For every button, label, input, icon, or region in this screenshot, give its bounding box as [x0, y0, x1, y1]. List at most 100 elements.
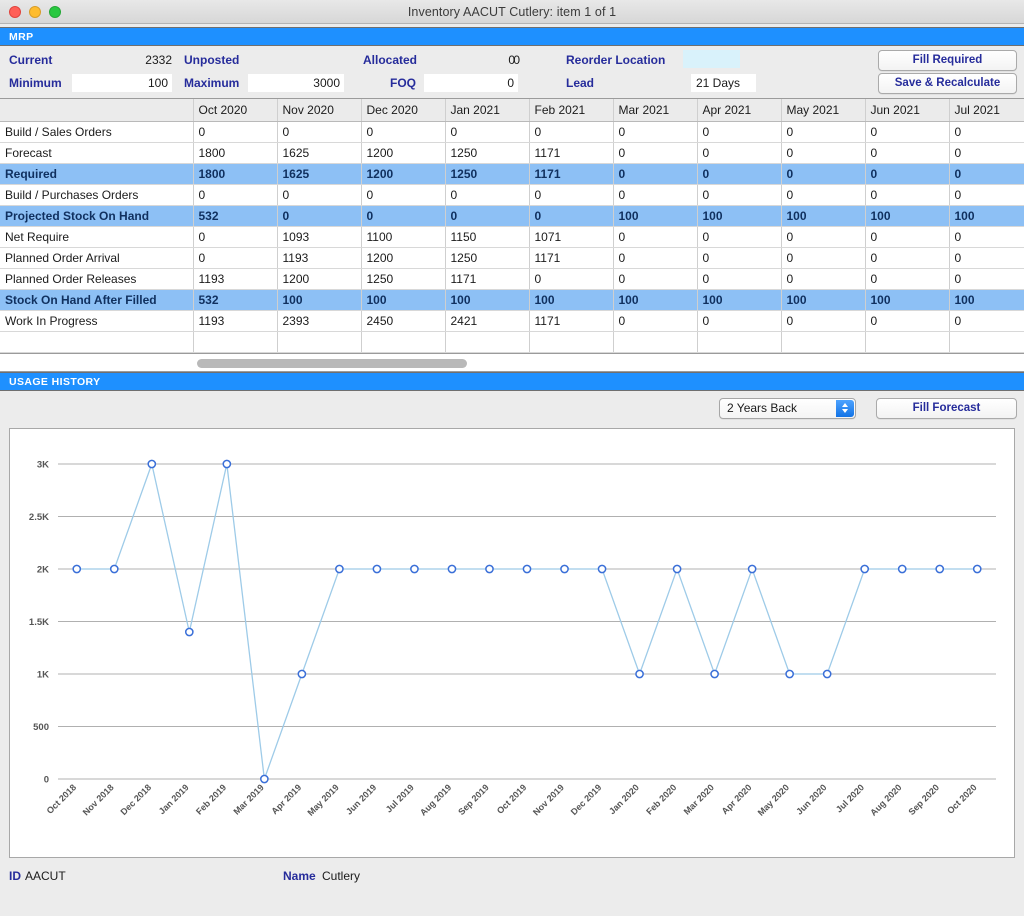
reorder-location-input[interactable] — [683, 50, 740, 68]
mrp-cell-r4-c7[interactable]: 100 — [781, 205, 866, 227]
data-point-marker[interactable] — [372, 564, 382, 573]
mrp-cell-r7-c3[interactable]: 1171 — [445, 268, 530, 290]
mrp-cell-r3-c5[interactable]: 0 — [613, 184, 698, 206]
mrp-column-header-5[interactable]: Mar 2021 — [613, 99, 698, 122]
mrp-cell-r2-c4[interactable]: 1171 — [529, 163, 614, 185]
mrp-cell-r6-c6[interactable]: 0 — [697, 247, 782, 269]
mrp-column-header-8[interactable]: Jun 2021 — [865, 99, 950, 122]
mrp-cell-r9-c1[interactable]: 2393 — [277, 310, 362, 332]
mrp-cell-r1-c6[interactable]: 0 — [697, 142, 782, 164]
mrp-cell-r0-c1[interactable]: 0 — [277, 121, 362, 143]
mrp-cell-r5-c9[interactable]: 0 — [949, 226, 1024, 248]
data-point-marker[interactable] — [972, 564, 982, 573]
table-row[interactable]: Forecast 1800 1625 1200 1250 1171 0 0 0 0 0 — [0, 142, 1024, 164]
mrp-cell-r6-c7[interactable]: 0 — [781, 247, 866, 269]
mrp-cell-r5-c8[interactable]: 0 — [865, 226, 950, 248]
mrp-cell-r4-c4[interactable]: 0 — [529, 205, 614, 227]
mrp-column-header-6[interactable]: Apr 2021 — [697, 99, 782, 122]
mrp-cell-r7-c8[interactable]: 0 — [865, 268, 950, 290]
data-point-marker[interactable] — [222, 459, 232, 468]
data-point-marker[interactable] — [785, 669, 794, 678]
scrollbar-thumb[interactable] — [197, 358, 467, 368]
mrp-column-header-2[interactable]: Dec 2020 — [361, 99, 446, 122]
data-point-marker[interactable] — [747, 564, 757, 573]
mrp-cell-r9-c0[interactable]: 1193 — [193, 310, 278, 332]
mrp-column-header-0[interactable]: Oct 2020 — [193, 99, 278, 122]
mrp-cell-r0-c9[interactable]: 0 — [949, 121, 1024, 143]
data-point-marker[interactable] — [335, 564, 344, 573]
mrp-column-header-7[interactable]: May 2021 — [781, 99, 866, 122]
mrp-cell-r5-c5[interactable]: 0 — [613, 226, 698, 248]
mrp-cell-r7-c4[interactable]: 0 — [529, 268, 614, 290]
mrp-cell-r6-c8[interactable]: 0 — [865, 247, 950, 269]
mrp-cell-r4-c5[interactable]: 100 — [613, 205, 698, 227]
mrp-cell-r0-c7[interactable]: 0 — [781, 121, 866, 143]
mrp-cell-r9-c9[interactable]: 0 — [949, 310, 1024, 332]
mrp-cell-r1-c9[interactable]: 0 — [949, 142, 1024, 164]
mrp-cell-r8-c7[interactable]: 100 — [781, 289, 866, 311]
mrp-cell-r6-c1[interactable]: 1193 — [277, 247, 362, 269]
data-point-marker[interactable] — [184, 627, 194, 636]
data-point-marker[interactable] — [447, 564, 457, 573]
mrp-cell-r7-c5[interactable]: 0 — [613, 268, 698, 290]
mrp-cell-r4-c6[interactable]: 100 — [697, 205, 782, 227]
mrp-cell-r8-c0[interactable]: 532 — [193, 289, 278, 311]
mrp-cell-r8-c1[interactable]: 100 — [277, 289, 362, 311]
mrp-cell-r6-c4[interactable]: 1171 — [529, 247, 614, 269]
mrp-cell-r2-c5[interactable]: 0 — [613, 163, 698, 185]
mrp-cell-r2-c2[interactable]: 1200 — [361, 163, 446, 185]
mrp-cell-r8-c3[interactable]: 100 — [445, 289, 530, 311]
mrp-cell-r8-c5[interactable]: 100 — [613, 289, 698, 311]
mrp-cell-r3-c9[interactable]: 0 — [949, 184, 1024, 206]
mrp-cell-r7-c1[interactable]: 1200 — [277, 268, 362, 290]
mrp-cell-r0-c8[interactable]: 0 — [865, 121, 950, 143]
mrp-cell-r7-c0[interactable]: 1193 — [193, 268, 278, 290]
table-row[interactable]: Planned Order Releases 1193 1200 1250 1171 0 0… — [0, 268, 1024, 290]
data-point-marker[interactable] — [897, 564, 907, 573]
mrp-column-header-3[interactable]: Jan 2021 — [445, 99, 530, 122]
mrp-cell-r5-c7[interactable]: 0 — [781, 226, 866, 248]
mrp-cell-r3-c4[interactable]: 0 — [529, 184, 614, 206]
table-row[interactable]: Net Require 0 1093 1100 1150 1071 0 0 0 0 0 — [0, 226, 1024, 248]
mrp-cell-r9-c5[interactable]: 0 — [613, 310, 698, 332]
minimum-input[interactable] — [72, 74, 172, 92]
table-row[interactable]: Work In Progress 1193 2393 2450 2421 1171 0 0 0 0… — [0, 310, 1024, 332]
data-point-marker[interactable] — [522, 564, 532, 573]
data-point-marker[interactable] — [260, 774, 269, 783]
mrp-column-header-9[interactable]: Jul 2021 — [949, 99, 1024, 122]
mrp-cell-r9-c4[interactable]: 1171 — [529, 310, 614, 332]
mrp-cell-r7-c9[interactable]: 0 — [949, 268, 1024, 290]
mrp-cell-r6-c5[interactable]: 0 — [613, 247, 698, 269]
mrp-cell-r1-c3[interactable]: 1250 — [445, 142, 530, 164]
usage-history-chart[interactable]: 0 500 1K 1.5K 2K 2.5K 3K Oct 2018 Nov 2018 Dec 20… — [9, 427, 1015, 858]
data-point-marker[interactable] — [822, 669, 832, 678]
mrp-cell-r5-c0[interactable]: 0 — [193, 226, 278, 248]
mrp-cell-r5-c2[interactable]: 1100 — [361, 226, 446, 248]
save-recalculate-button[interactable]: Save & Recalculate — [878, 73, 1017, 94]
mrp-cell-r0-c4[interactable]: 0 — [529, 121, 614, 143]
mrp-cell-r0-c6[interactable]: 0 — [697, 121, 782, 143]
table-row[interactable]: Build / Purchases Orders 0 0 0 0 0 0 0 0 0 0 — [0, 184, 1024, 206]
mrp-cell-r0-c3[interactable]: 0 — [445, 121, 530, 143]
mrp-cell-r7-c2[interactable]: 1250 — [361, 268, 446, 290]
table-row[interactable]: Required 1800 1625 1200 1250 1171 0 0 0 0 0 — [0, 163, 1024, 185]
mrp-column-header-4[interactable]: Feb 2021 — [529, 99, 614, 122]
data-point-marker[interactable] — [72, 564, 82, 573]
data-point-marker[interactable] — [860, 564, 870, 573]
fill-forecast-button[interactable]: Fill Forecast — [876, 397, 1017, 419]
mrp-cell-r5-c1[interactable]: 1093 — [277, 226, 362, 248]
fill-required-button[interactable]: Fill Required — [878, 50, 1017, 71]
mrp-cell-r5-c6[interactable]: 0 — [697, 226, 782, 248]
mrp-cell-r1-c1[interactable]: 1625 — [277, 142, 362, 164]
mrp-cell-r1-c2[interactable]: 1200 — [361, 142, 446, 164]
mrp-cell-r8-c6[interactable]: 100 — [697, 289, 782, 311]
mrp-cell-r8-c4[interactable]: 100 — [529, 289, 614, 311]
table-row[interactable]: Stock On Hand After Filled 532 100 100 100 10… — [0, 289, 1024, 311]
mrp-cell-r9-c2[interactable]: 2450 — [361, 310, 446, 332]
mrp-cell-r6-c9[interactable]: 0 — [949, 247, 1024, 269]
data-point-marker[interactable] — [597, 564, 607, 573]
mrp-cell-r4-c1[interactable]: 0 — [277, 205, 362, 227]
mrp-cell-r8-c9[interactable]: 100 — [949, 289, 1024, 311]
mrp-cell-r4-c3[interactable]: 0 — [445, 205, 530, 227]
data-point-marker[interactable] — [297, 669, 307, 678]
